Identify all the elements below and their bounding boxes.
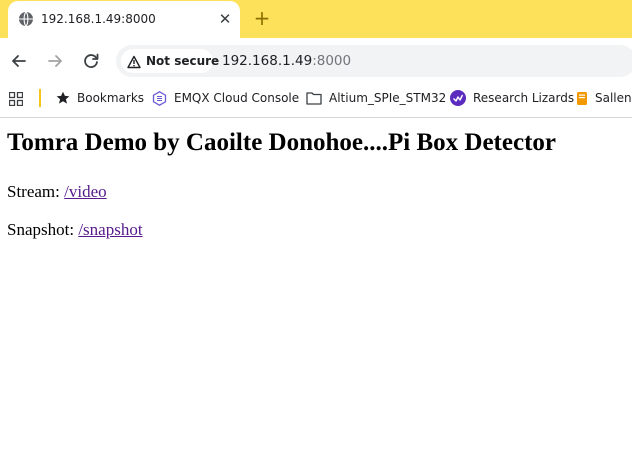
tab-strip: 192.168.1.49:8000 ✕ + (0, 0, 632, 38)
snapshot-link[interactable]: /snapshot (78, 220, 142, 239)
bookmark-label: EMQX Cloud Console (174, 91, 300, 105)
snapshot-line: Snapshot: /snapshot (7, 219, 143, 241)
warning-icon (127, 54, 141, 69)
stream-line: Stream: /video (7, 181, 107, 203)
bookmark-altium[interactable]: Altium_SPIe_STM32 (306, 88, 446, 108)
snapshot-label: Snapshot: (7, 220, 79, 239)
globe-icon (18, 11, 34, 27)
bookmark-label: Bookmarks (77, 91, 145, 105)
book-icon (577, 91, 587, 105)
star-icon (56, 91, 70, 104)
bookmark-label: Sallenk (595, 91, 632, 105)
back-arrow-icon[interactable] (8, 50, 30, 72)
bookmark-research-lizards[interactable]: Research Lizards (450, 88, 574, 108)
bookmark-label: Research Lizards (473, 91, 575, 105)
close-tab-icon[interactable]: ✕ (216, 10, 234, 28)
emqx-icon (152, 90, 167, 106)
research-lizards-icon (450, 90, 466, 106)
page-title: Tomra Demo by Caoilte Donohoe....Pi Box … (7, 129, 556, 156)
security-label: Not secure (146, 54, 220, 68)
bookmark-sallenk[interactable]: Sallenk (576, 88, 632, 108)
bookmarks-separator (39, 89, 41, 107)
toolbar-divider (0, 117, 632, 118)
bookmark-label: Altium_SPIe_STM32 (329, 91, 447, 105)
url-text[interactable]: 192.168.1.49:8000 (222, 52, 351, 70)
security-chip[interactable]: Not secure (121, 49, 219, 73)
apps-grid-icon[interactable] (8, 91, 24, 107)
address-bar[interactable]: Not secure 192.168.1.49:8000 (116, 45, 632, 77)
stream-label: Stream: (7, 182, 65, 201)
bookmark-emqx[interactable]: EMQX Cloud Console (152, 88, 299, 108)
url-host: 192.168.1.49 (222, 53, 313, 69)
tab-title: 192.168.1.49:8000 (41, 12, 156, 26)
forward-arrow-icon[interactable] (44, 50, 66, 72)
bookmark-bookmarks[interactable]: Bookmarks (56, 88, 144, 108)
new-tab-button[interactable]: + (252, 8, 272, 28)
browser-toolbar: Not secure 192.168.1.49:8000 (0, 38, 632, 84)
browser-tab[interactable]: 192.168.1.49:8000 ✕ (8, 1, 240, 38)
url-port: :8000 (312, 53, 352, 69)
folder-icon (306, 92, 322, 105)
video-link[interactable]: /video (64, 182, 107, 201)
reload-icon[interactable] (80, 50, 102, 72)
bookmarks-bar: Bookmarks EMQX Cloud Console Altium_SPIe… (0, 84, 632, 112)
